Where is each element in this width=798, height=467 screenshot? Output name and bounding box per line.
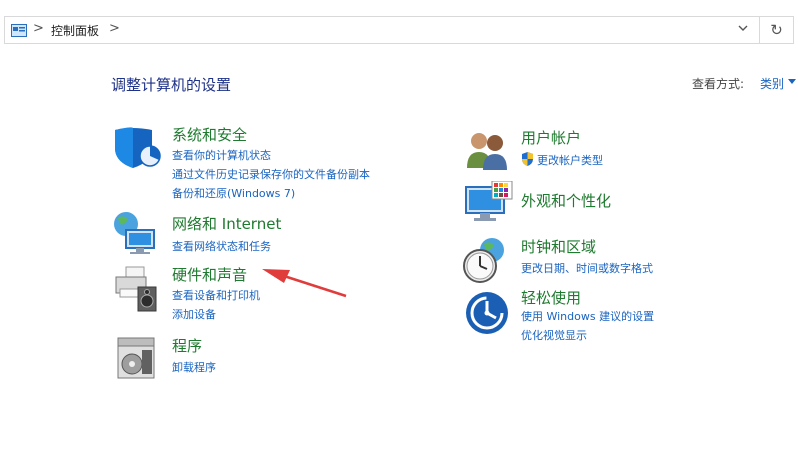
link-add-device[interactable]: 添加设备 (172, 306, 216, 322)
link-change-account-type[interactable]: 更改帐户类型 (537, 152, 603, 168)
view-by-caret-icon[interactable] (788, 79, 796, 84)
user-accounts-icon[interactable] (464, 130, 514, 174)
category-system-security[interactable]: 系统和安全 (172, 124, 247, 145)
programs-icon[interactable] (116, 336, 158, 384)
category-network-internet[interactable]: 网络和 Internet (172, 213, 281, 234)
view-by-dropdown[interactable]: 类别 (760, 75, 784, 92)
network-icon[interactable] (112, 210, 160, 260)
link-file-history-backup[interactable]: 通过文件历史记录保存你的文件备份副本 (172, 166, 370, 182)
address-history-dropdown[interactable] (737, 23, 749, 36)
breadcrumb-control-panel[interactable]: 控制面板 (51, 22, 99, 39)
appearance-icon[interactable] (464, 180, 514, 229)
link-view-devices-printers[interactable]: 查看设备和打印机 (172, 287, 260, 303)
category-hardware-sound[interactable]: 硬件和声音 (172, 264, 247, 285)
link-change-date-time-format[interactable]: 更改日期、时间或数字格式 (521, 260, 653, 276)
shield-icon[interactable] (112, 126, 162, 174)
uac-shield-icon (521, 151, 534, 170)
category-clock-region[interactable]: 时钟和区域 (521, 236, 596, 257)
address-box[interactable]: > 控制面板 > (4, 16, 760, 44)
refresh-button[interactable]: ↻ (760, 16, 794, 44)
clock-globe-icon[interactable] (462, 236, 514, 288)
breadcrumb-separator[interactable]: > (109, 21, 120, 36)
printer-speaker-icon[interactable] (112, 265, 160, 317)
link-optimize-visual-display[interactable]: 优化视觉显示 (521, 327, 587, 343)
link-view-computer-status[interactable]: 查看你的计算机状态 (172, 147, 271, 163)
breadcrumb-separator[interactable]: > (33, 21, 44, 36)
ease-of-access-icon[interactable] (464, 290, 510, 340)
category-user-accounts[interactable]: 用户帐户 (521, 127, 581, 148)
address-bar: > 控制面板 > ↻ (0, 14, 798, 48)
link-view-network-status[interactable]: 查看网络状态和任务 (172, 238, 271, 254)
page-title: 调整计算机的设置 (111, 76, 232, 94)
category-appearance-personalization[interactable]: 外观和个性化 (521, 190, 611, 211)
control-panel-icon (11, 23, 27, 42)
category-programs[interactable]: 程序 (172, 335, 202, 356)
link-backup-restore[interactable]: 备份和还原(Windows 7) (172, 185, 295, 201)
category-ease-of-access[interactable]: 轻松使用 (521, 287, 581, 308)
link-use-recommended-settings[interactable]: 使用 Windows 建议的设置 (521, 308, 654, 324)
view-by-label: 查看方式: (692, 77, 745, 91)
link-uninstall-program[interactable]: 卸载程序 (172, 359, 216, 375)
